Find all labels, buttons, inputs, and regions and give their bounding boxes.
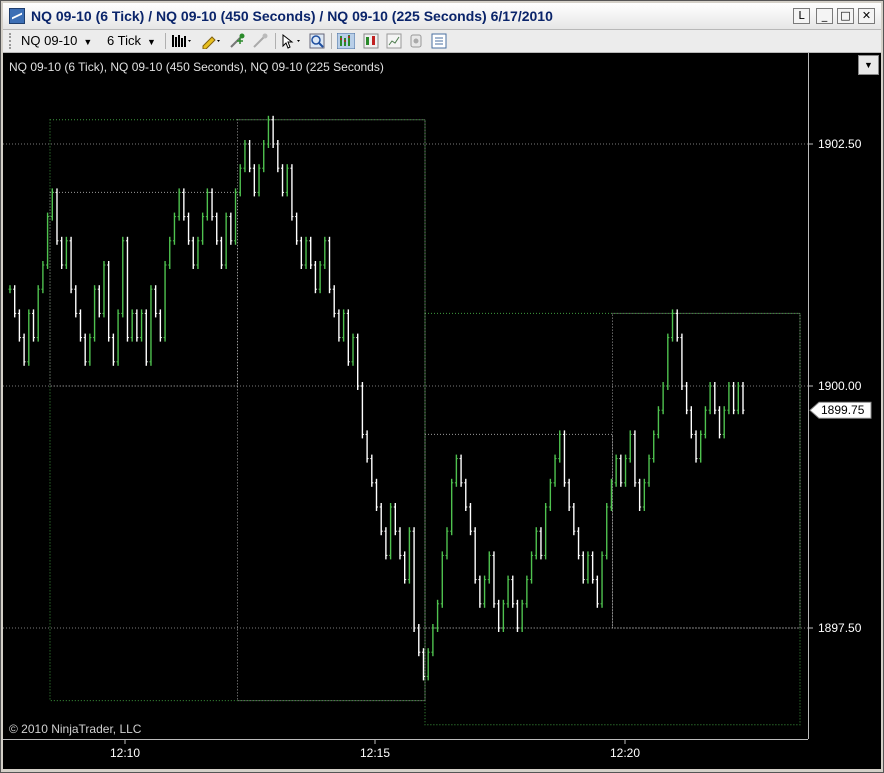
- series-label: NQ 09-10 (6 Tick), NQ 09-10 (450 Seconds…: [9, 60, 384, 74]
- bar-box-225-seconds: [612, 312, 801, 629]
- bar-box-225-seconds: [424, 433, 613, 629]
- copyright-text: © 2010 NinjaTrader, LLC: [9, 722, 142, 736]
- chart-window: NQ 09-10 (6 Tick) / NQ 09-10 (450 Second…: [0, 0, 884, 773]
- price-tick-label: 1900.00: [818, 379, 862, 393]
- window-bottom-border: [3, 769, 881, 772]
- link-button[interactable]: L: [793, 8, 810, 24]
- time-tick-label: 12:15: [360, 746, 390, 760]
- arrow-icon[interactable]: [252, 33, 268, 49]
- minimize-button[interactable]: _: [816, 8, 833, 24]
- pointer-icon[interactable]: [280, 33, 300, 49]
- interval-label: 6 Tick: [107, 33, 141, 48]
- toolbar-separator: [275, 33, 276, 49]
- interval-selector[interactable]: 6 Tick ▼: [107, 32, 156, 50]
- chevron-down-icon: ▼: [83, 37, 93, 47]
- window-title: NQ 09-10 (6 Tick) / NQ 09-10 (450 Second…: [31, 8, 553, 24]
- strategy-icon[interactable]: [408, 33, 424, 49]
- price-tick-label: 1897.50: [818, 621, 862, 635]
- title-bar[interactable]: NQ 09-10 (6 Tick) / NQ 09-10 (450 Second…: [3, 3, 881, 30]
- price-tick-label: 1902.50: [818, 137, 862, 151]
- zoom-icon[interactable]: [309, 33, 325, 49]
- chart-toolbar: NQ 09-10 ▼ 6 Tick ▼: [3, 30, 881, 53]
- bar-box-225-seconds: [237, 119, 426, 702]
- pencil-icon[interactable]: [200, 33, 220, 50]
- chevron-down-icon: ▼: [146, 37, 156, 47]
- chart-app-icon: [9, 8, 25, 24]
- crosshair-icon[interactable]: [229, 33, 245, 49]
- toolbar-grip[interactable]: [9, 33, 14, 49]
- properties-icon[interactable]: [431, 33, 447, 49]
- price-chart[interactable]: 1902.50 1900.00 1897.50 1899.75 12:10 12:15 12…: [3, 53, 881, 769]
- candlestick-icon[interactable]: [363, 33, 379, 49]
- maximize-button[interactable]: □: [837, 8, 854, 24]
- time-tick-label: 12:10: [110, 746, 140, 760]
- toolbar-separator: [165, 33, 166, 49]
- chevron-down-icon: ▼: [864, 60, 873, 70]
- chart-menu-dropdown[interactable]: ▼: [858, 55, 879, 75]
- time-tick-label: 12:20: [610, 746, 640, 760]
- close-button[interactable]: ✕: [858, 8, 875, 24]
- instrument-label: NQ 09-10: [21, 33, 78, 48]
- bar-style-icon[interactable]: [171, 33, 191, 49]
- indicator-icon[interactable]: [386, 33, 402, 49]
- toolbar-separator: [331, 33, 332, 49]
- chart-panel[interactable]: 1902.50 1900.00 1897.50 1899.75 12:10 12:15 12…: [3, 53, 881, 769]
- last-price-label: 1899.75: [821, 403, 865, 417]
- bar-box-225-seconds: [49, 191, 238, 387]
- instrument-selector[interactable]: NQ 09-10 ▼: [21, 32, 92, 50]
- chart-type-icon[interactable]: [336, 32, 356, 50]
